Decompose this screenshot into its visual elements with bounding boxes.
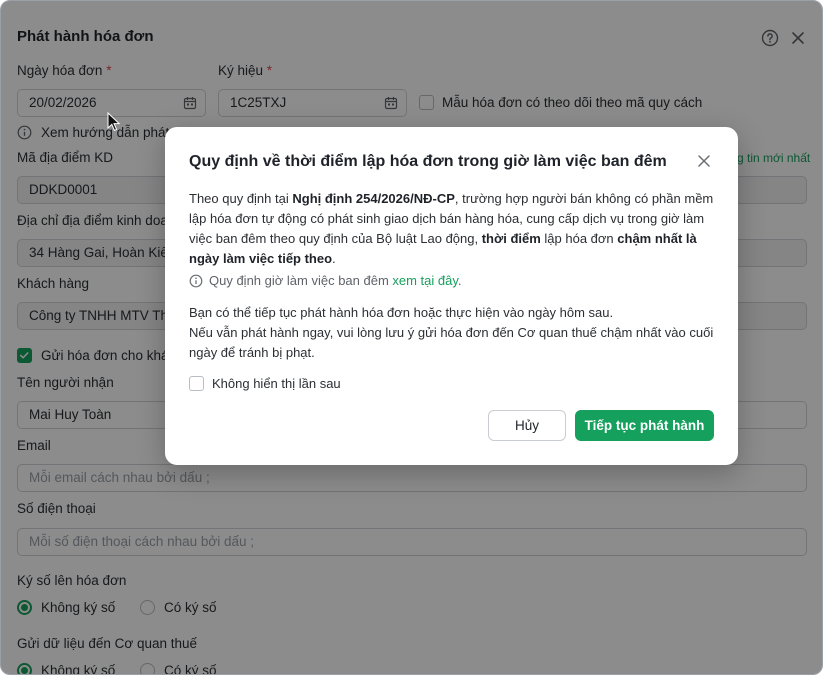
dont-show-again-label: Không hiển thị lần sau xyxy=(212,376,341,391)
modal-info-line: Quy định giờ làm việc ban đêm xem tại đâ… xyxy=(189,273,462,288)
info-icon xyxy=(189,274,203,288)
modal-title: Quy định về thời điểm lập hóa đơn trong … xyxy=(189,153,667,170)
dont-show-again-checkbox[interactable] xyxy=(189,376,204,391)
night-hours-modal: Quy định về thời điểm lập hóa đơn trong … xyxy=(165,127,738,465)
continue-issue-button[interactable]: Tiếp tục phát hành xyxy=(575,410,714,441)
close-icon[interactable] xyxy=(696,153,712,169)
cancel-button[interactable]: Hủy xyxy=(488,410,566,441)
modal-paragraph-regulation: Theo quy định tại Nghị định 254/2026/NĐ-… xyxy=(189,191,714,266)
modal-paragraph-advice: Bạn có thể tiếp tục phát hành hóa đơn ho… xyxy=(189,305,714,360)
night-hours-link[interactable]: xem tại đây xyxy=(392,273,458,288)
cursor-icon xyxy=(107,112,121,132)
